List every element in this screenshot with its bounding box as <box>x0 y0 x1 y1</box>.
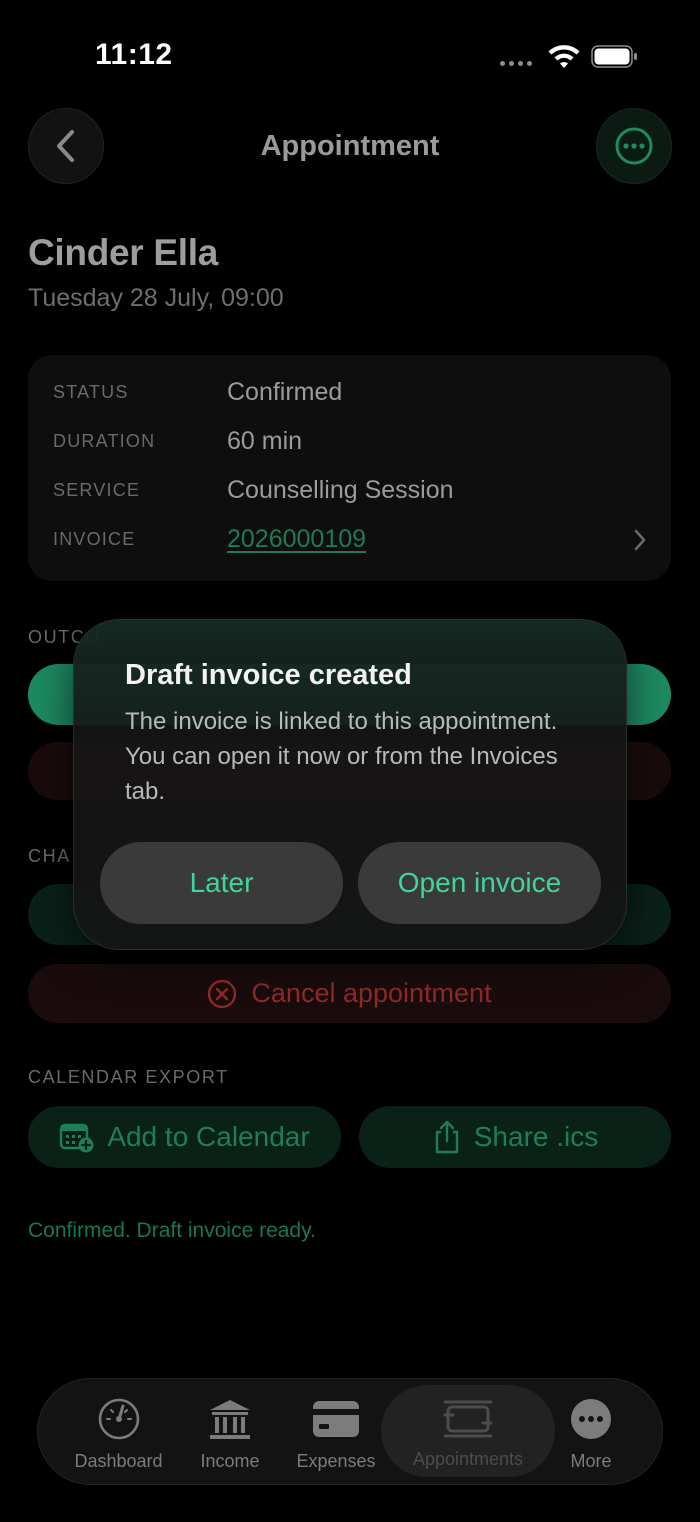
detail-label: SERVICE <box>53 480 141 500</box>
card-icon <box>313 1401 359 1437</box>
cancel-appointment-label: Cancel appointment <box>251 978 492 1008</box>
gauge-icon <box>98 1398 139 1440</box>
tab-expenses[interactable]: Expenses <box>288 1379 384 1484</box>
tab-label: Income <box>200 1451 260 1471</box>
detail-row-service: SERVICE Counselling Session <box>28 476 671 529</box>
share-ics-label: Share .ics <box>473 1121 599 1152</box>
more-options-button[interactable] <box>596 108 672 184</box>
tab-more[interactable]: More <box>560 1379 622 1484</box>
status-message: Confirmed. Draft invoice ready. <box>28 1219 316 1242</box>
dialog-title: Draft invoice created <box>125 659 412 691</box>
detail-row-status: STATUS Confirmed <box>28 378 671 431</box>
draft-invoice-dialog: Draft invoice created The invoice is lin… <box>73 619 627 950</box>
tab-label: Expenses <box>296 1451 376 1471</box>
page-title: Appointment <box>260 130 440 162</box>
tab-dashboard[interactable]: Dashboard <box>66 1379 171 1484</box>
tab-bar: Dashboard Income Expenses Appointments M… <box>37 1378 663 1485</box>
add-to-calendar-button[interactable]: Add to Calendar <box>28 1106 341 1168</box>
detail-value: 60 min <box>227 427 303 455</box>
invoice-link[interactable]: 2026000109 <box>227 525 366 554</box>
cancel-appointment-button[interactable]: Cancel appointment <box>28 964 671 1023</box>
open-invoice-button[interactable]: Open invoice <box>358 842 601 924</box>
dialog-message: The invoice is linked to this appointmen… <box>125 708 558 805</box>
add-to-calendar-label: Add to Calendar <box>107 1121 310 1152</box>
x-circle-icon <box>208 979 237 1008</box>
detail-row-invoice[interactable]: INVOICE 2026000109 <box>28 525 671 578</box>
wifi-icon <box>548 45 580 68</box>
details-card: STATUS Confirmed DURATION 60 min SERVICE… <box>28 355 671 581</box>
appointment-datetime: Tuesday 28 July, 09:00 <box>28 284 284 312</box>
bank-icon <box>210 1400 250 1439</box>
tab-income[interactable]: Income <box>184 1379 276 1484</box>
appointments-icon <box>443 1400 493 1438</box>
share-ics-button[interactable]: Share .ics <box>359 1106 671 1168</box>
detail-label: DURATION <box>53 431 156 451</box>
more-icon <box>571 1399 611 1439</box>
detail-row-duration: DURATION 60 min <box>28 427 671 480</box>
change-section-label: CHA <box>28 846 71 866</box>
later-button[interactable]: Later <box>100 842 343 924</box>
detail-label: STATUS <box>53 382 129 402</box>
tab-label: More <box>570 1451 612 1471</box>
share-icon <box>435 1120 458 1154</box>
battery-icon <box>591 45 637 68</box>
tab-label: Appointments <box>412 1449 524 1469</box>
calendar-add-icon <box>60 1123 94 1153</box>
status-time: 11:12 <box>95 38 173 71</box>
detail-value: Confirmed <box>227 378 343 406</box>
detail-label: INVOICE <box>53 529 136 549</box>
signal-icon <box>500 61 532 66</box>
detail-value: Counselling Session <box>227 476 454 504</box>
client-name: Cinder Ella <box>28 232 218 273</box>
tab-label: Dashboard <box>74 1451 163 1471</box>
calendar-export-label: CALENDAR EXPORT <box>28 1067 229 1087</box>
tab-appointments[interactable]: Appointments <box>381 1385 555 1477</box>
ellipsis-circle-icon <box>615 127 653 165</box>
chevron-right-icon <box>634 529 646 551</box>
